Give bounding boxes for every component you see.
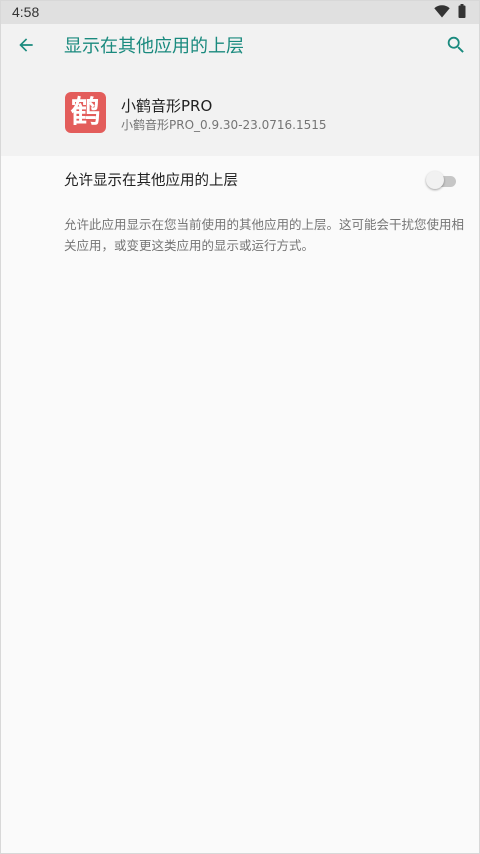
search-button[interactable] [440, 31, 472, 63]
status-icons [434, 3, 466, 22]
app-bar: 显示在其他应用的上层 [0, 24, 480, 70]
battery-icon [458, 3, 466, 22]
overlay-permission-switch[interactable] [426, 170, 458, 192]
back-button[interactable] [10, 31, 42, 63]
status-time: 4:58 [12, 4, 40, 20]
app-icon-glyph: 鹤 [70, 94, 101, 130]
overlay-permission-label: 允许显示在其他应用的上层 [64, 173, 238, 189]
app-name: 小鹤音形PRO [121, 97, 213, 115]
overlay-permission-row[interactable]: 允许显示在其他应用的上层 [0, 156, 480, 206]
permission-description: 允许此应用显示在您当前使用的其他应用的上层。这可能会干扰您使用相关应用，或变更这… [64, 217, 465, 253]
app-icon: 鹤 [65, 92, 106, 133]
switch-thumb [426, 171, 444, 189]
page-title: 显示在其他应用的上层 [64, 36, 244, 57]
screen: 4:58 显示在其他应用的上层 鹤 小鹤音形PRO 小鹤音形PRO_0.9.30… [0, 0, 480, 854]
wifi-icon [434, 3, 450, 22]
search-icon [445, 34, 467, 60]
arrow-back-icon [16, 35, 36, 59]
status-bar: 4:58 [0, 0, 480, 24]
app-header: 鹤 小鹤音形PRO 小鹤音形PRO_0.9.30-23.0716.1515 [0, 70, 480, 156]
app-version: 小鹤音形PRO_0.9.30-23.0716.1515 [121, 118, 327, 132]
